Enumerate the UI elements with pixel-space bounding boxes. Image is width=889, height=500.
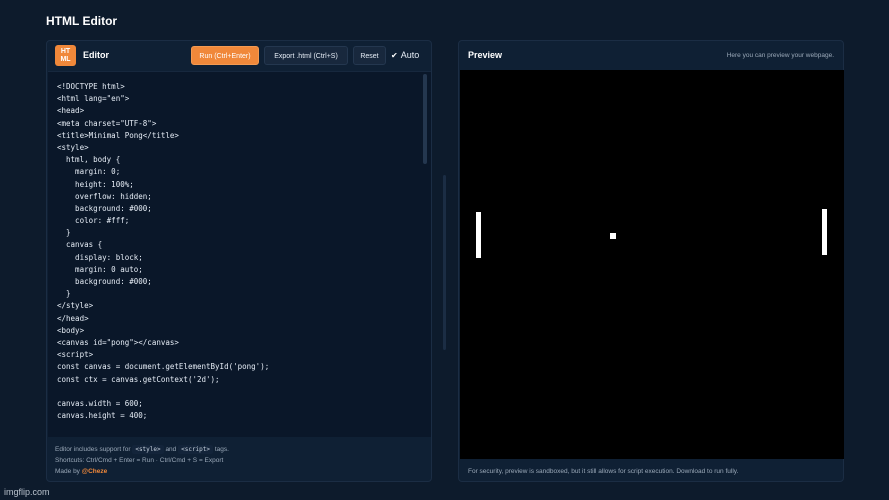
code-line: height: 100%;: [57, 179, 134, 189]
html-logo-icon: HT ML: [55, 45, 76, 66]
code-line: margin: 0;: [57, 167, 121, 177]
preview-hint: Here you can preview your webpage.: [726, 52, 834, 59]
support-suffix: tags.: [214, 446, 229, 453]
run-button[interactable]: Run (Ctrl+Enter): [191, 46, 259, 65]
pong-ball: [610, 233, 616, 239]
code-line: <canvas id="pong"></canvas>: [57, 337, 179, 347]
support-note: Editor includes support for <style> and …: [55, 444, 423, 455]
panel-resize-handle[interactable]: [443, 175, 446, 350]
code-line: <title>Minimal Pong</title>: [57, 130, 179, 140]
export-button[interactable]: Export .html (Ctrl+S): [264, 46, 348, 65]
code-line: }: [57, 228, 71, 238]
code-line: color: #fff;: [57, 216, 130, 226]
code-line: background: #000;: [57, 277, 152, 286]
watermark: imgflip.com: [4, 487, 50, 497]
logo-line-2: ML: [60, 55, 71, 63]
logo-line-1: HT: [60, 47, 71, 55]
support-prefix: Editor includes support for: [55, 446, 131, 453]
code-line: display: block;: [57, 252, 143, 262]
code-line: const canvas = document.getElementById('…: [57, 362, 270, 372]
code-line: <html lang="en">: [57, 94, 130, 104]
preview-label: Preview: [468, 50, 503, 60]
reset-button[interactable]: Reset: [353, 46, 386, 65]
shortcuts-note: Shortcuts: Ctrl/Cmd + Enter = Run · Ctrl…: [55, 457, 224, 464]
code-line: canvas {: [57, 240, 103, 250]
right-paddle: [822, 209, 827, 255]
script-tag-chip: <script>: [178, 445, 214, 454]
code-line: </head>: [57, 313, 89, 323]
code-line: <style>: [57, 142, 89, 152]
code-line: margin: 0 auto;: [57, 264, 143, 274]
code-line: <meta charset="UTF-8">: [57, 118, 157, 128]
editor-panel: HT ML Editor Run (Ctrl+Enter) Export .ht…: [46, 40, 432, 482]
editor-label: Editor: [83, 50, 109, 60]
made-by-note: Made by @Cheze: [55, 466, 423, 477]
code-line: <!DOCTYPE html>: [57, 82, 125, 91]
auto-label: Auto: [400, 50, 420, 60]
app-title: HTML Editor: [46, 14, 118, 28]
code-line: }: [57, 289, 71, 299]
code-line: canvas.width = 600;: [57, 398, 143, 408]
code-scroll-thumb[interactable]: [423, 74, 427, 164]
code-scrollbar[interactable]: [423, 72, 427, 437]
code-line: </style>: [57, 301, 94, 311]
left-paddle: [476, 212, 481, 258]
code-line: <head>: [57, 106, 85, 116]
code-line: <body>: [57, 325, 85, 335]
editor-toolbar: HT ML Editor Run (Ctrl+Enter) Export .ht…: [47, 41, 431, 71]
code-line: canvas.height = 400;: [57, 411, 148, 421]
preview-panel: Preview Here you can preview your webpag…: [458, 40, 844, 482]
preview-footer: For security, preview is sandboxed, but …: [468, 468, 739, 475]
editor-footer: Editor includes support for <style> and …: [55, 444, 423, 477]
code-line: overflow: hidden;: [57, 191, 152, 201]
code-line: background: #000;: [57, 203, 152, 213]
code-editor[interactable]: <!DOCTYPE html> <html lang="en"> <head> <me…: [48, 71, 431, 437]
code-lines: <!DOCTYPE html> <html lang="en"> <head> <me…: [48, 72, 431, 422]
preview-frame[interactable]: [460, 70, 844, 459]
author-link[interactable]: @Cheze: [82, 468, 107, 475]
style-tag-chip: <style>: [132, 445, 164, 454]
support-and: and: [165, 446, 177, 453]
auto-checkbox-icon[interactable]: ✔: [391, 51, 398, 60]
made-by-label: Made by: [55, 468, 80, 475]
code-line: <script>: [57, 350, 94, 360]
auto-toggle[interactable]: ✔ Auto: [391, 50, 419, 60]
code-line: html, body {: [57, 155, 121, 165]
code-line: const ctx = canvas.getContext('2d');: [57, 374, 220, 384]
